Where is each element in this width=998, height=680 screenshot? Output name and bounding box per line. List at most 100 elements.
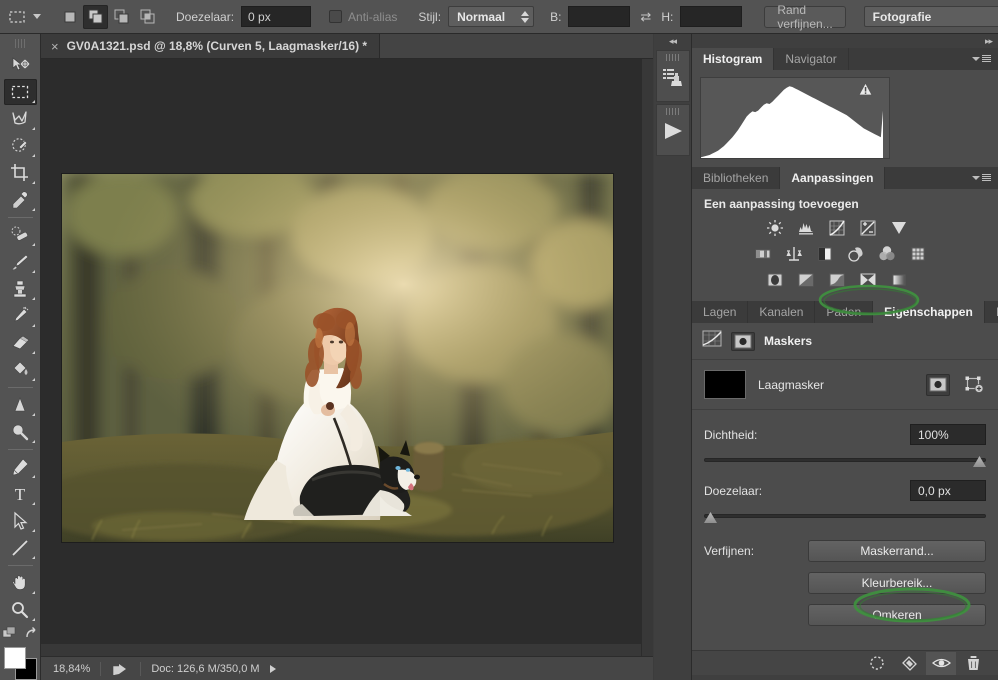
default-colors-swap-icon[interactable]: [24, 626, 39, 641]
canvas-area[interactable]: [41, 59, 653, 656]
brush-tool[interactable]: [4, 249, 37, 275]
width-input[interactable]: [568, 6, 631, 27]
tools-panel-grip[interactable]: [14, 39, 26, 48]
color-balance-icon[interactable]: [783, 243, 805, 265]
quick-selection-tool[interactable]: [4, 133, 37, 159]
canvas-horizontal-scrollbar[interactable]: [41, 644, 641, 656]
channel-mixer-icon[interactable]: [876, 243, 898, 265]
status-menu-arrow-icon[interactable]: [269, 664, 276, 673]
current-tool-preview[interactable]: [7, 4, 27, 30]
add-vector-mask-button[interactable]: [962, 374, 986, 396]
new-selection-button[interactable]: [57, 5, 82, 29]
foreground-color-swatch[interactable]: [4, 647, 26, 669]
edit-toolbar-icon[interactable]: [2, 626, 18, 641]
document-tab-bar: × GV0A1321.psd @ 18,8% (Curven 5, Laagma…: [41, 34, 653, 59]
density-input[interactable]: [910, 424, 986, 445]
exposure-icon[interactable]: [857, 217, 879, 239]
histogram-panel-menu-button[interactable]: [969, 48, 998, 70]
blur-tool[interactable]: [4, 392, 37, 418]
brightness-contrast-icon[interactable]: [764, 217, 786, 239]
zoom-tool[interactable]: [4, 597, 37, 623]
intersect-selection-button[interactable]: [135, 5, 160, 29]
feather-slider[interactable]: [704, 510, 986, 523]
adjustments-panel-menu-button[interactable]: [969, 167, 998, 189]
tab-histogram[interactable]: Histogram: [692, 48, 775, 70]
gradient-tool[interactable]: [4, 357, 37, 383]
path-selection-tool[interactable]: [4, 508, 37, 534]
levels-icon[interactable]: [795, 217, 817, 239]
share-button[interactable]: [101, 662, 140, 676]
canvas-vertical-scrollbar[interactable]: [641, 59, 653, 656]
collapse-panels-icon[interactable]: ▸▸: [692, 34, 998, 48]
swap-arrows-icon[interactable]: ⇄: [640, 9, 651, 25]
tab-eigenschappen[interactable]: Eigenschappen: [873, 301, 985, 323]
tab-paden[interactable]: Paden: [815, 301, 874, 323]
curves-icon[interactable]: [826, 217, 848, 239]
tab-aanpassingen[interactable]: Aanpassingen: [780, 167, 886, 189]
threshold-icon[interactable]: [826, 269, 848, 291]
line-tool[interactable]: [4, 535, 37, 561]
tab-kanalen[interactable]: Kanalen: [748, 301, 816, 323]
document-tab[interactable]: × GV0A1321.psd @ 18,8% (Curven 5, Laagma…: [41, 34, 381, 58]
eraser-tool[interactable]: [4, 330, 37, 356]
clone-stamp-tool[interactable]: [4, 276, 37, 302]
collapsed-panel-dock: ◂◂: [654, 34, 692, 680]
style-select[interactable]: Normaal: [448, 6, 535, 27]
select-pixel-mask-button[interactable]: [926, 373, 950, 396]
actions-panel-button[interactable]: [655, 104, 690, 156]
history-panel-button[interactable]: [655, 50, 690, 102]
refine-edge-button[interactable]: Rand verfijnen...: [764, 3, 846, 31]
close-icon[interactable]: ×: [51, 39, 59, 54]
tab-lagen[interactable]: Lagen: [692, 301, 749, 323]
invert-button[interactable]: Omkeren: [808, 604, 986, 626]
pen-tool[interactable]: [4, 454, 37, 480]
mask-thumbnail[interactable]: [704, 370, 746, 399]
crop-tool[interactable]: [4, 160, 37, 186]
slider-track: [704, 514, 986, 518]
color-lookup-icon[interactable]: [907, 243, 929, 265]
feather-input[interactable]: [910, 480, 986, 501]
adjustments-title: Een aanpassing toevoegen: [704, 197, 859, 211]
move-tool[interactable]: [4, 52, 37, 78]
height-input[interactable]: [680, 6, 743, 27]
tab-info[interactable]: Info: [984, 301, 998, 323]
tool-preset-chevron-down-icon[interactable]: [33, 14, 41, 19]
selective-color-icon[interactable]: [857, 269, 879, 291]
mask-edge-button[interactable]: Maskerrand...: [808, 540, 986, 562]
gradient-map-icon[interactable]: [888, 269, 910, 291]
invert-icon[interactable]: [764, 269, 786, 291]
dodge-tool[interactable]: [4, 419, 37, 445]
zoom-level[interactable]: 18,84%: [41, 663, 100, 675]
antialias-checkbox[interactable]: [329, 10, 343, 23]
hand-tool[interactable]: [4, 570, 37, 596]
photo-filter-icon[interactable]: [845, 243, 867, 265]
apply-mask-button[interactable]: [894, 652, 924, 675]
posterize-icon[interactable]: [795, 269, 817, 291]
type-tool[interactable]: T: [4, 481, 37, 507]
subtract-from-selection-button[interactable]: [109, 5, 134, 29]
black-white-icon[interactable]: [814, 243, 836, 265]
hue-saturation-icon[interactable]: [752, 243, 774, 265]
load-selection-from-mask-button[interactable]: [862, 652, 892, 675]
feather-input[interactable]: [241, 6, 312, 27]
vibrance-icon[interactable]: [888, 217, 910, 239]
density-slider[interactable]: [704, 454, 986, 467]
expand-panels-icon[interactable]: ◂◂: [654, 34, 691, 48]
workspace-select[interactable]: Fotografie: [863, 6, 998, 27]
toggle-mask-visibility-button[interactable]: [926, 651, 956, 675]
history-brush-tool[interactable]: [4, 303, 37, 329]
delete-mask-button[interactable]: [958, 652, 988, 675]
tool-group-divider: [7, 387, 33, 388]
add-to-selection-button[interactable]: [83, 4, 108, 29]
tab-navigator[interactable]: Navigator: [774, 48, 849, 70]
rectangular-marquee-tool[interactable]: [3, 79, 37, 105]
color-range-button[interactable]: Kleurbereik...: [808, 572, 986, 594]
eyedropper-tool[interactable]: [4, 187, 37, 213]
quick-selection-icon: [12, 138, 28, 152]
pixel-mask-header-icon[interactable]: [702, 330, 722, 352]
spot-healing-brush-tool[interactable]: [4, 222, 37, 248]
lasso-tool[interactable]: [4, 106, 37, 132]
vector-mask-header-icon[interactable]: [731, 331, 755, 351]
tab-bibliotheken[interactable]: Bibliotheken: [692, 167, 781, 189]
cached-data-warning-icon[interactable]: [858, 82, 873, 99]
